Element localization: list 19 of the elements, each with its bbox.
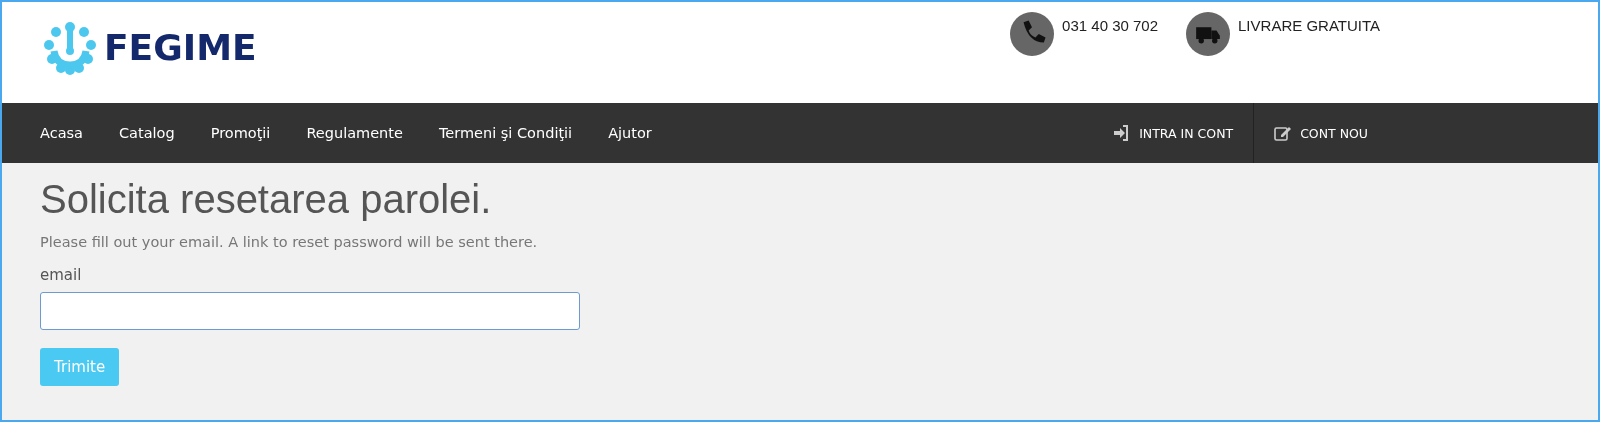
nav-link[interactable]: Catalog (100, 125, 193, 141)
nav-link[interactable]: Acasa (22, 125, 101, 141)
email-field[interactable] (40, 292, 580, 330)
logo-icon (42, 20, 98, 75)
nav-link[interactable]: Ajutor (590, 125, 670, 141)
edit-icon (1274, 124, 1293, 142)
logo-wordmark[interactable]: FEGIME (104, 27, 257, 68)
register-link[interactable]: CONT NOU (1253, 103, 1388, 163)
login-link[interactable]: INTRA IN CONT (1093, 103, 1254, 163)
nav-link[interactable]: Promoţii (192, 125, 289, 141)
phone-icon (1010, 12, 1055, 56)
page-title: Solicita resetarea parolei. (40, 177, 493, 222)
phone-number: 031 40 30 702 (1062, 16, 1159, 34)
nav-link[interactable]: Termeni şi Condiţii (420, 125, 591, 141)
truck-icon (1186, 12, 1231, 56)
nav-link[interactable]: Regulamente (288, 125, 421, 141)
field-label: email (40, 266, 83, 284)
instruction-text: Please fill out your email. A link to reset password will be sent there. (40, 234, 539, 250)
shipping-text: LIVRARE GRATUITA (1238, 16, 1380, 34)
